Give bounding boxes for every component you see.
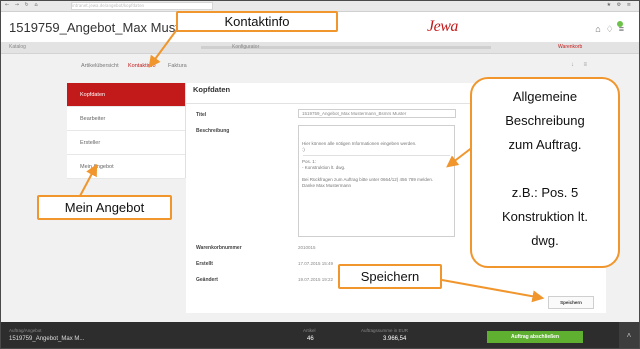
chevron-up-icon[interactable]: ˄	[619, 322, 639, 348]
geaendert-value: 19.07.2015 19:22	[298, 277, 334, 282]
callout-line: zum Auftrag.	[508, 137, 582, 152]
callout-line: z.B.: Pos. 5	[511, 185, 579, 200]
tab-faktura[interactable]: Faktura	[168, 63, 187, 69]
tab-kontaktinfo[interactable]: Kontaktinfo	[128, 63, 156, 69]
progress-stepper: Katalog Konfigurator Warenkorb	[1, 42, 639, 54]
beschreibung-text: Hier können alle nötigen Informationen e…	[302, 141, 434, 188]
cart-select[interactable]: 1519759_Angebot_Max M...	[9, 336, 84, 342]
titel-input[interactable]: 1519759_Angebot_Max Mustermann_Bsmrs Mus…	[298, 109, 456, 118]
cart-icon[interactable]: ♢	[606, 24, 619, 34]
download-list-icons[interactable]: ↓ ≡	[571, 62, 591, 68]
jewa-logo[interactable]: Jewa	[427, 18, 458, 36]
sum-label: Auftragssumme in EUR	[361, 328, 409, 333]
titel-label: Titel	[196, 112, 207, 118]
callout-line: Konstruktion lt.	[502, 209, 588, 224]
home-icon[interactable]: ⌂	[595, 24, 605, 34]
save-button[interactable]: Speichern	[548, 296, 594, 309]
articles-label: Artikel	[303, 328, 316, 333]
browser-nav-icons[interactable]: ← → ↻ ⌂	[5, 2, 40, 8]
step-warenkorb[interactable]: Warenkorb	[558, 44, 582, 50]
callout-line: dwg.	[531, 233, 559, 248]
nav-item-mein-angebot[interactable]: Mein Angebot	[67, 155, 185, 179]
warenkorbnummer-label: Warenkorbnummer	[196, 245, 242, 251]
nav-label: Bearbeiter	[80, 116, 106, 122]
browser-menu-icons[interactable]: ★ ⚙ ≡	[607, 2, 633, 8]
callout-line: Allgemeine	[512, 89, 578, 104]
cart-label: Auftrag/Angebot	[9, 328, 42, 333]
sub-tabs: Artikelübersicht Kontaktinfo Faktura ↓ ≡	[1, 54, 639, 76]
section-heading: Kopfdaten	[193, 85, 231, 94]
callout-line	[472, 157, 618, 181]
menu-icon[interactable]: ≡	[619, 24, 629, 34]
erstellt-label: Erstellt	[196, 261, 213, 267]
callout-line: Beschreibung	[505, 113, 585, 128]
articles-count: 46	[307, 336, 314, 342]
callout-speichern: Speichern	[338, 264, 442, 289]
nav-label: Mein Angebot	[80, 164, 114, 170]
address-bar[interactable]: intranet.jewa.de/angebot/kopfdaten	[71, 2, 213, 10]
geaendert-label: Geändert	[196, 277, 218, 283]
warenkorbnummer-value: 2010015	[298, 245, 316, 250]
callout-kontaktinfo: Kontaktinfo	[176, 11, 338, 32]
beschreibung-textarea[interactable]: Hier können alle nötigen Informationen e…	[298, 125, 455, 237]
callout-mein-angebot: Mein Angebot	[37, 195, 172, 220]
step-katalog[interactable]: Katalog	[9, 44, 26, 50]
logo-text: Jewa	[427, 18, 458, 35]
nav-label: Ersteller	[80, 140, 101, 146]
footer-bar: Auftrag/Angebot 1519759_Angebot_Max M...…	[1, 322, 639, 348]
tab-artikeluebersicht[interactable]: Artikelübersicht	[81, 63, 119, 69]
left-nav: Kopfdaten Bearbeiter Ersteller Mein Ange…	[67, 83, 186, 179]
nav-label: Kopfdaten	[80, 92, 106, 98]
erstellt-value: 17.07.2015 15:49	[298, 261, 334, 266]
nav-item-bearbeiter[interactable]: Bearbeiter	[67, 107, 185, 131]
submit-order-button[interactable]: Auftrag abschließen	[487, 331, 583, 343]
sum-value: 3.966,54	[383, 336, 407, 342]
page-title: 1519759_Angebot_Max Musterm	[9, 20, 202, 35]
divider	[303, 155, 450, 156]
callout-allgemeine-beschreibung: Allgemeine Beschreibung zum Auftrag. z.B…	[470, 77, 620, 268]
nav-item-kopfdaten[interactable]: Kopfdaten	[67, 83, 185, 107]
nav-item-ersteller[interactable]: Ersteller	[67, 131, 185, 155]
step-konfigurator[interactable]: Konfigurator	[232, 44, 259, 50]
beschreibung-label: Beschreibung	[196, 128, 230, 134]
